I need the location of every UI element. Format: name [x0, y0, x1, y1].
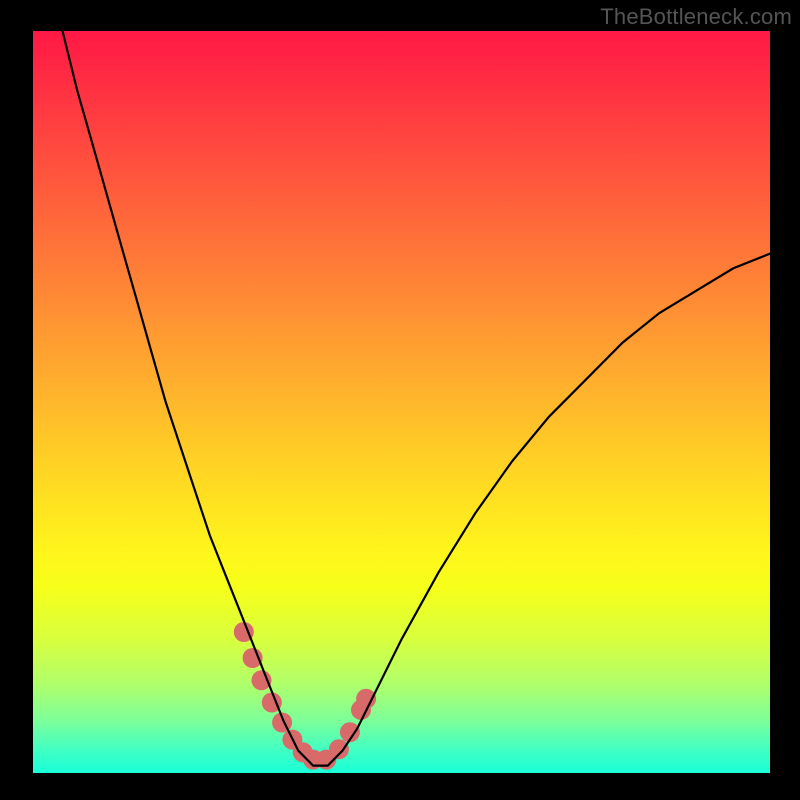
curve-layer	[0, 0, 800, 800]
outer-frame: TheBottleneck.com	[0, 0, 800, 800]
bottleneck-curve-path	[63, 31, 771, 766]
highlight-dot	[329, 739, 349, 759]
marker-group	[234, 622, 376, 770]
